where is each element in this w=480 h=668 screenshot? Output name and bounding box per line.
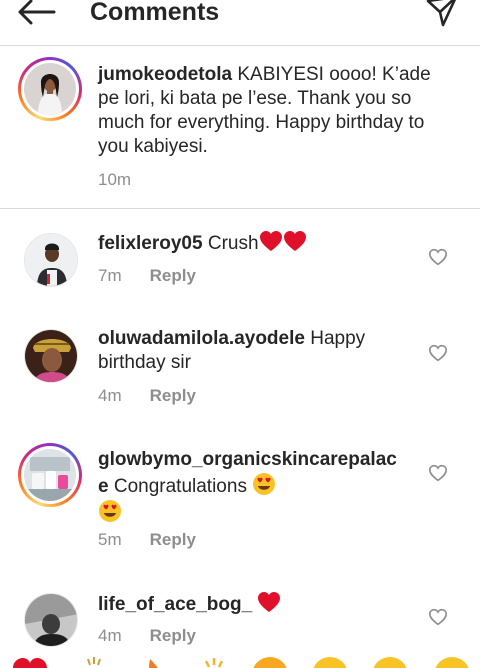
comment-username[interactable]: oluwadamilola.ayodele xyxy=(98,328,305,349)
comment-body: life_of_ace_bog_ xyxy=(98,591,418,617)
shocked-emoji-icon[interactable] xyxy=(370,655,410,668)
like-comment-button[interactable] xyxy=(427,462,449,484)
caption-body: jumokeodetola KABIYESI oooo! K’ade pe lo… xyxy=(98,63,438,159)
caption-username[interactable]: jumokeodetola xyxy=(98,64,232,85)
reply-button[interactable]: Reply xyxy=(150,266,196,286)
profile-photo-icon xyxy=(25,330,77,382)
post-caption: jumokeodetola KABIYESI oooo! K’ade pe lo… xyxy=(0,47,480,209)
comment-timestamp: 4m xyxy=(98,386,122,405)
heart-emoji-icon xyxy=(283,231,306,251)
heart-emoji-icon xyxy=(259,231,282,251)
crying-laughing-emoji-icon[interactable] xyxy=(250,655,290,668)
reply-button[interactable]: Reply xyxy=(150,530,196,550)
profile-photo-icon xyxy=(25,234,77,286)
comment-text: Crush xyxy=(207,233,259,254)
heart-emoji-icon xyxy=(258,592,281,612)
comment-meta: 4m Reply xyxy=(98,626,196,646)
comment-body: felixleroy05 Crush xyxy=(98,230,418,256)
page-title: Comments xyxy=(90,0,220,26)
comment-body: oluwadamilola.ayodele Happy birthday sir xyxy=(98,327,418,375)
heart-eyes-emoji-icon xyxy=(99,500,121,522)
comment-text: Congratulations xyxy=(113,476,247,497)
avatar[interactable] xyxy=(18,443,82,507)
comment-meta: 5m Reply xyxy=(98,530,196,550)
heart-outline-icon xyxy=(428,248,448,266)
comment-username[interactable]: life_of_ace_bog_ xyxy=(98,594,252,615)
like-comment-button[interactable] xyxy=(427,342,449,364)
avatar[interactable] xyxy=(24,233,78,287)
back-button[interactable] xyxy=(14,0,58,30)
comment-body: glowbymo_organicskincarepalace Congratul… xyxy=(98,448,398,526)
profile-photo-icon xyxy=(24,63,76,115)
clapping-emoji-icon[interactable] xyxy=(196,655,236,668)
reply-button[interactable]: Reply xyxy=(150,626,196,646)
like-comment-button[interactable] xyxy=(427,246,449,268)
comment-meta: 4m Reply xyxy=(98,386,196,406)
caption-timestamp: 10m xyxy=(98,170,132,189)
raising-hands-emoji-icon[interactable] xyxy=(74,655,114,668)
reply-button[interactable]: Reply xyxy=(150,386,196,406)
avatar[interactable] xyxy=(18,57,82,121)
arrow-left-icon xyxy=(18,0,56,25)
heart-outline-icon xyxy=(428,344,448,362)
comment-meta: 7m Reply xyxy=(98,266,196,286)
fire-emoji-icon[interactable] xyxy=(136,655,176,668)
profile-photo-icon xyxy=(25,594,77,646)
heart-outline-icon xyxy=(428,464,448,482)
heart-eyes-emoji-icon[interactable] xyxy=(310,655,350,668)
heart-emoji-icon[interactable] xyxy=(10,655,50,668)
comment-timestamp: 7m xyxy=(98,266,122,285)
heart-eyes-emoji-icon xyxy=(253,473,276,495)
heart-outline-icon xyxy=(428,608,448,626)
profile-photo-icon xyxy=(24,449,76,501)
avatar[interactable] xyxy=(24,329,78,383)
laughing-emoji-icon[interactable] xyxy=(432,655,472,668)
send-icon xyxy=(426,0,457,27)
emoji-reaction-bar xyxy=(0,655,480,668)
direct-message-button[interactable] xyxy=(422,0,462,32)
avatar[interactable] xyxy=(24,593,78,647)
comment-timestamp: 5m xyxy=(98,530,122,549)
comment-timestamp: 4m xyxy=(98,626,122,645)
like-comment-button[interactable] xyxy=(427,606,449,628)
top-bar: Comments xyxy=(0,0,480,46)
comment-username[interactable]: felixleroy05 xyxy=(98,233,203,254)
caption-meta: 10m xyxy=(98,170,131,190)
